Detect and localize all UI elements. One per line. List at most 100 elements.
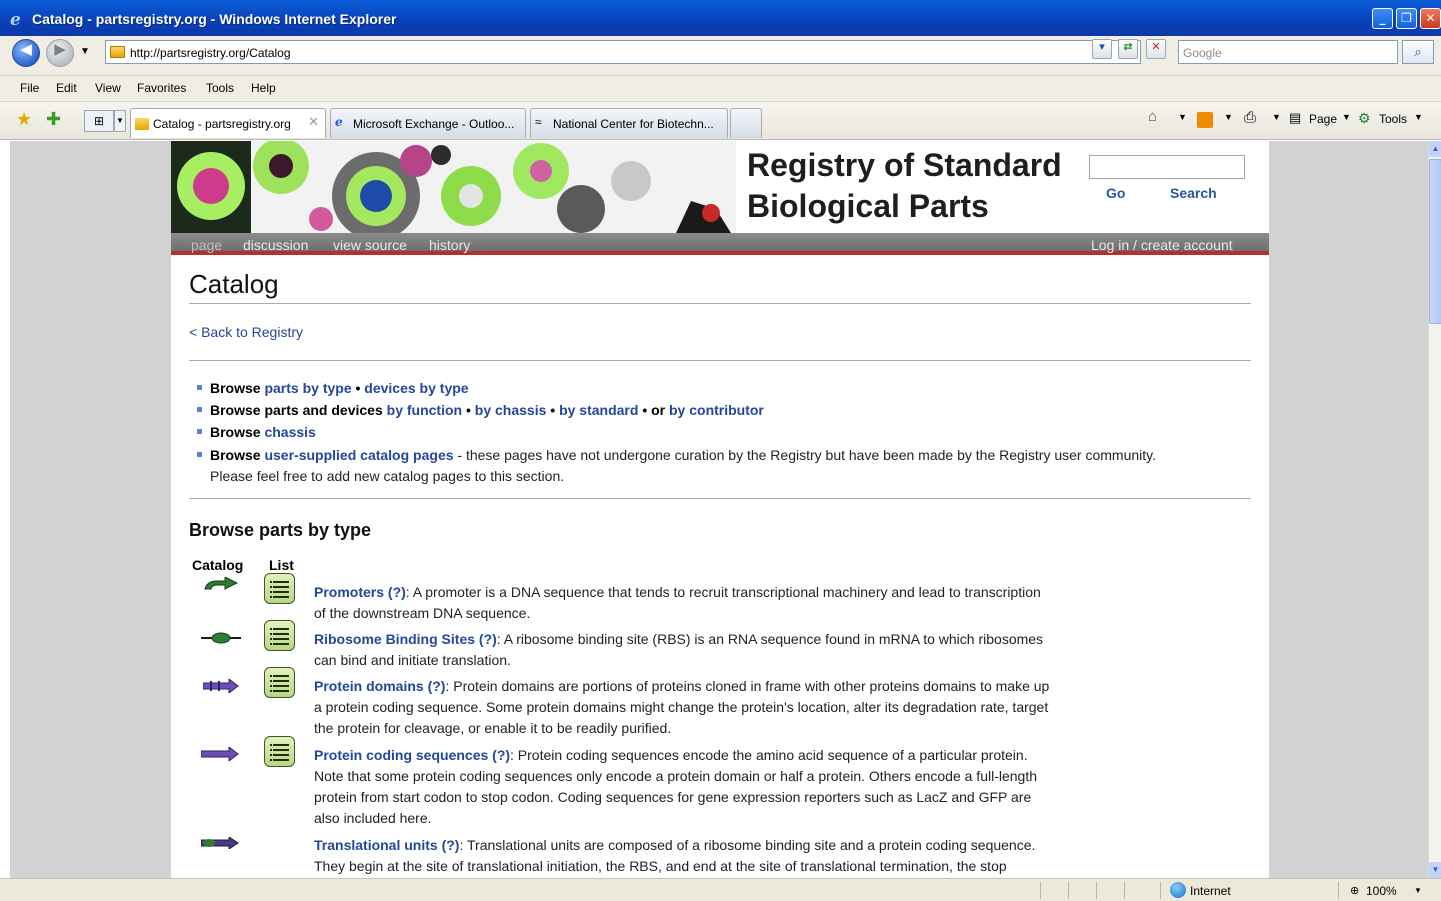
parts-by-type-link[interactable]: parts by type: [264, 380, 351, 396]
coding-sequences-link[interactable]: Protein coding sequences (?): [314, 747, 510, 763]
vertical-scrollbar[interactable]: ▲ ▼: [1428, 141, 1441, 878]
promoters-link[interactable]: Promoters (?): [314, 584, 406, 600]
page-icon: ▤: [1289, 110, 1302, 125]
new-tab-button[interactable]: [730, 108, 762, 138]
protein-domains-list-icon[interactable]: [264, 667, 295, 698]
divider: [189, 498, 1251, 499]
feeds-dropdown-icon[interactable]: ▼: [1224, 112, 1233, 122]
restore-button[interactable]: ❐: [1396, 8, 1417, 29]
favorites-star-icon[interactable]: ★: [16, 109, 32, 130]
tab-label: National Center for Biotechn...: [553, 117, 714, 131]
user-supplied-pages-link[interactable]: user-supplied catalog pages: [264, 447, 453, 463]
col-list-header: List: [269, 557, 294, 573]
home-icon[interactable]: ⌂: [1148, 108, 1157, 125]
browse-line-1: Browse parts by type • devices by type: [210, 380, 469, 396]
coding-sequences-list-icon[interactable]: [264, 736, 295, 767]
browse-line-4-cont: Please feel free to add new catalog page…: [210, 468, 565, 484]
tab-label: Microsoft Exchange - Outloo...: [353, 117, 515, 131]
bullet-icon: [197, 452, 202, 457]
by-standard-link[interactable]: by standard: [559, 402, 638, 418]
by-function-link[interactable]: by function: [387, 402, 462, 418]
zoom-dropdown-icon[interactable]: ▼: [1414, 886, 1422, 895]
page-tabs: page discussion view source history Log …: [171, 233, 1269, 255]
rbs-description: Ribosome Binding Sites (?): A ribosome b…: [314, 631, 1044, 668]
protein-domains-link[interactable]: Protein domains (?): [314, 678, 445, 694]
forward-button[interactable]: ▶: [46, 39, 74, 67]
menu-view[interactable]: View: [95, 81, 121, 95]
tools-dropdown-icon[interactable]: ▼: [1414, 112, 1423, 122]
tab-label: Catalog - partsregistry.org: [153, 117, 291, 131]
quick-tabs-icon[interactable]: ⊞: [84, 110, 114, 132]
window-title: Catalog - partsregistry.org - Windows In…: [32, 11, 397, 27]
page-menu[interactable]: Page: [1309, 112, 1337, 126]
menu-edit[interactable]: Edit: [56, 81, 77, 95]
scroll-thumb[interactable]: [1429, 159, 1441, 324]
promoter-arrow-icon[interactable]: [203, 577, 239, 593]
zoom-level[interactable]: 100%: [1366, 884, 1397, 898]
chassis-link[interactable]: chassis: [264, 424, 315, 440]
tab-discussion[interactable]: discussion: [243, 237, 308, 253]
tab-bar: ★ ✚ ⊞ ▼ Catalog - partsregistry.org ✕ e …: [0, 102, 1441, 140]
ie-logo-icon: e: [10, 10, 21, 30]
search-input[interactable]: Google: [1178, 40, 1398, 64]
rbs-icon[interactable]: [201, 632, 241, 644]
tab-list-dropdown-icon[interactable]: ▼: [114, 110, 126, 132]
by-chassis-link[interactable]: by chassis: [475, 402, 547, 418]
promoters-list-icon[interactable]: [264, 573, 295, 604]
print-icon[interactable]: ⎙: [1244, 109, 1256, 126]
close-button[interactable]: ✕: [1420, 8, 1441, 29]
tab-close-icon[interactable]: ✕: [308, 115, 319, 130]
devices-by-type-link[interactable]: devices by type: [364, 380, 468, 396]
menu-bar: File Edit View Favorites Tools Help: [0, 76, 1441, 102]
protein-domains-description: Protein domains (?): Protein domains are…: [314, 678, 1050, 736]
tools-menu[interactable]: Tools: [1379, 112, 1407, 126]
menu-favorites[interactable]: Favorites: [137, 81, 186, 95]
by-contributor-link[interactable]: by contributor: [669, 402, 764, 418]
page-dropdown-icon[interactable]: ▼: [1342, 112, 1351, 122]
back-to-registry-link[interactable]: < Back to Registry: [189, 324, 303, 340]
bullet-icon: [197, 407, 202, 412]
rbs-link[interactable]: Ribosome Binding Sites (?): [314, 631, 497, 647]
feeds-icon[interactable]: [1197, 112, 1213, 128]
page-title: Catalog: [189, 269, 279, 299]
scroll-up-icon[interactable]: ▲: [1429, 141, 1441, 157]
web-page: Registry of Standard Biological Parts Go…: [171, 141, 1269, 878]
title-bar: e Catalog - partsregistry.org - Windows …: [0, 0, 1441, 36]
menu-tools[interactable]: Tools: [206, 81, 234, 95]
coding-sequence-icon[interactable]: [201, 747, 239, 761]
zoom-icon: ⊕: [1350, 885, 1360, 897]
tab-ncbi[interactable]: ≈ National Center for Biotechn...: [530, 108, 728, 138]
stop-icon[interactable]: ✕: [1146, 39, 1166, 59]
protein-domain-icon[interactable]: [203, 679, 239, 693]
translational-units-link[interactable]: Translational units (?): [314, 837, 459, 853]
recent-pages-dropdown-icon[interactable]: ▼: [80, 46, 90, 57]
search-icon[interactable]: ⌕: [1402, 40, 1434, 64]
browse-line-3: Browse chassis: [210, 424, 316, 440]
back-button[interactable]: ◀: [12, 39, 40, 67]
tab-history[interactable]: history: [429, 237, 470, 253]
search-button[interactable]: Search: [1170, 185, 1217, 201]
ie-page-icon: e: [335, 115, 343, 129]
divider: [189, 303, 1251, 304]
login-link[interactable]: Log in / create account: [1091, 237, 1233, 253]
minimize-button[interactable]: _: [1372, 8, 1393, 29]
promoters-description: Promoters (?): A promoter is a DNA seque…: [314, 584, 1041, 621]
tab-view-source[interactable]: view source: [333, 237, 407, 253]
scroll-down-icon[interactable]: ▼: [1429, 862, 1441, 878]
address-bar[interactable]: http://partsregistry.org/Catalog: [105, 40, 1141, 64]
tab-exchange[interactable]: e Microsoft Exchange - Outloo...: [330, 108, 526, 138]
menu-file[interactable]: File: [20, 81, 39, 95]
address-dropdown-icon[interactable]: ▾: [1092, 39, 1112, 59]
home-dropdown-icon[interactable]: ▼: [1178, 112, 1187, 122]
site-search-input[interactable]: [1089, 155, 1245, 179]
tools-gear-icon: ⚙: [1358, 110, 1371, 126]
go-button[interactable]: Go: [1106, 185, 1125, 201]
print-dropdown-icon[interactable]: ▼: [1272, 112, 1281, 122]
rbs-list-icon[interactable]: [264, 620, 295, 651]
tab-catalog[interactable]: Catalog - partsregistry.org ✕: [130, 108, 326, 138]
tab-page[interactable]: page: [191, 237, 222, 253]
refresh-icon[interactable]: ⇄: [1118, 39, 1138, 59]
menu-help[interactable]: Help: [251, 81, 276, 95]
add-favorite-icon[interactable]: ✚: [46, 109, 61, 130]
translational-unit-icon[interactable]: [201, 837, 239, 849]
